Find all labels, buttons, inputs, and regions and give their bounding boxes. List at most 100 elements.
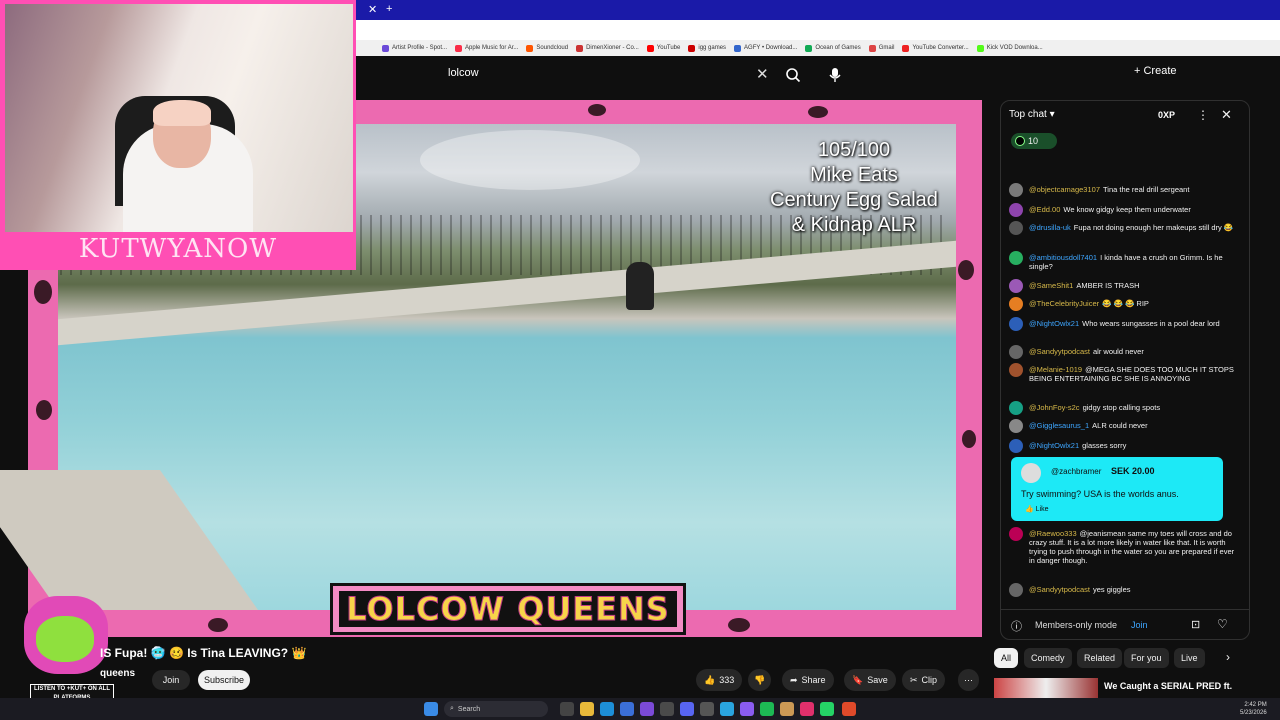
chat-username[interactable]: @Gigglesaurus_1 — [1029, 421, 1089, 430]
bookmark-item[interactable]: igg games — [688, 44, 726, 52]
bookmark-item[interactable]: Gmail — [868, 44, 894, 52]
chat-username[interactable]: @Sandyytpodcast — [1029, 347, 1090, 356]
subscribe-button[interactable]: Subscribe — [198, 670, 250, 690]
close-tab-icon[interactable]: ✕ — [368, 3, 377, 16]
chat-message[interactable]: @drusilla-uk Fupa not doing enough her ma… — [1009, 221, 1235, 235]
recommendation-thumbnail[interactable] — [994, 678, 1098, 700]
chat-username[interactable]: @Raewoo333 — [1029, 529, 1077, 538]
chat-username[interactable]: @NightOwlx21 — [1029, 441, 1079, 450]
share-button[interactable]: ➦ Share — [782, 669, 834, 691]
instagram-icon[interactable] — [800, 702, 814, 716]
avatar — [1009, 183, 1023, 197]
video-overlay-text: 105/100 Mike Eats Century Egg Salad & Ki… — [756, 138, 952, 238]
heart-icon[interactable]: ♡ — [1217, 617, 1228, 631]
channel-name[interactable]: queens — [100, 668, 135, 679]
chat-message[interactable]: @NightOwlx21 Who wears sungasses in a poo… — [1009, 317, 1235, 331]
bookmark-item[interactable]: AGFY • Download... — [734, 44, 797, 52]
chat-username[interactable]: @Sandyytpodcast — [1029, 585, 1090, 594]
new-tab-icon[interactable]: + — [386, 3, 392, 15]
like-button[interactable]: 👍 333 — [696, 669, 743, 691]
clear-search-icon[interactable]: ✕ — [756, 65, 769, 83]
app-icon[interactable] — [640, 702, 654, 716]
search-query[interactable]: lolcow — [448, 67, 479, 79]
app-icon[interactable] — [740, 702, 754, 716]
voice-search-button[interactable] — [822, 62, 848, 88]
bookmark-item[interactable]: YouTube Converter... — [902, 44, 969, 52]
overlay-line: 105/100 — [817, 139, 891, 161]
app-icon[interactable] — [560, 702, 574, 716]
chat-join-button[interactable]: Join — [1131, 620, 1148, 630]
chip-live[interactable]: Live — [1174, 648, 1205, 668]
chat-message[interactable]: @ambitiousdoll7401 I kinda have a crush o… — [1009, 251, 1235, 271]
whatsapp-icon[interactable] — [820, 702, 834, 716]
bookmark-item[interactable]: Apple Music for Ar... — [455, 44, 518, 52]
chip-for-you[interactable]: For you — [1124, 648, 1169, 668]
super-chat[interactable]: @zachbramer SEK 20.00 Try swimming? USA … — [1011, 457, 1223, 521]
chat-username[interactable]: @ambitiousdoll7401 — [1029, 253, 1097, 262]
spotify-icon[interactable] — [760, 702, 774, 716]
clock[interactable]: 2:42 PM 5/23/2026 — [1240, 701, 1267, 717]
chat-username[interactable]: @JohnFoy-s2c — [1029, 403, 1080, 412]
chat-message[interactable]: @Sandyytpodcast yes giggles — [1009, 583, 1235, 597]
taskbar-search[interactable]: ⌕ Search — [444, 701, 548, 717]
search-input[interactable]: lolcow ✕ — [440, 62, 776, 88]
chat-message[interactable]: @SameShit1 AMBER IS TRASH — [1009, 279, 1235, 293]
chat-mode-dropdown[interactable]: Top chat ▾ — [1009, 109, 1055, 120]
more-icon: ⋯ — [964, 674, 973, 685]
chat-message[interactable]: @JohnFoy-s2c gidgy stop calling spots — [1009, 401, 1235, 415]
chat-message[interactable]: @Sandyytpodcast alr would never — [1009, 345, 1235, 359]
bookmark-item[interactable]: Artist Profile - Spot... — [382, 44, 447, 52]
folder-icon[interactable] — [580, 702, 594, 716]
chat-more-icon[interactable]: ⋮ — [1197, 108, 1209, 122]
chat-message[interactable]: @TheCelebrityJuicer 😂 😂 😂 RIP — [1009, 297, 1235, 311]
app-icon[interactable] — [842, 702, 856, 716]
chat-counter-pill[interactable]: 10 — [1011, 133, 1057, 149]
chat-message[interactable]: @objectcamage3107 Tina the real drill ser… — [1009, 183, 1235, 197]
chat-message[interactable]: @Gigglesaurus_1 ALR could never — [1009, 419, 1235, 433]
chat-username[interactable]: @Melanie-1019 — [1029, 365, 1082, 374]
bookmark-item[interactable]: Ocean of Games — [805, 44, 861, 52]
chat-message[interactable]: @Melanie-1019 @MEGA SHE DOES TOO MUCH IT … — [1009, 363, 1235, 383]
create-button[interactable]: + Create — [1134, 65, 1177, 77]
super-chat-like-button[interactable]: 👍 Like — [1025, 505, 1049, 513]
chat-username[interactable]: @NightOwlx21 — [1029, 319, 1079, 328]
chip-all[interactable]: All — [994, 648, 1019, 668]
app-icon[interactable] — [700, 702, 714, 716]
edge-icon[interactable] — [600, 702, 614, 716]
chat-username[interactable]: @Edd.00 — [1029, 205, 1060, 214]
chat-username[interactable]: @TheCelebrityJuicer — [1029, 299, 1099, 308]
app-icon[interactable] — [620, 702, 634, 716]
clip-button[interactable]: ✂ Clip — [902, 669, 946, 691]
search-button[interactable] — [780, 62, 806, 88]
thumbs-up-icon: 👍 — [704, 674, 716, 685]
telegram-icon[interactable] — [720, 702, 734, 716]
chat-username[interactable]: @SameShit1 — [1029, 281, 1073, 290]
chat-message[interactable]: @Edd.00 We know gidgy keep them underwate… — [1009, 203, 1235, 217]
bookmark-label: YouTube — [656, 45, 681, 51]
chat-username[interactable]: @drusilla-uk — [1029, 223, 1071, 232]
bookmark-item[interactable]: Kick VOD Downloa... — [976, 44, 1043, 52]
app-icon[interactable] — [780, 702, 794, 716]
chat-message[interactable]: @NightOwlx21 glasses sorry — [1009, 439, 1235, 453]
chip-related[interactable]: Related — [1077, 648, 1123, 668]
chat-username[interactable]: @objectcamage3107 — [1029, 185, 1100, 194]
discord-icon[interactable] — [680, 702, 694, 716]
dislike-button[interactable]: 👎 — [748, 669, 772, 691]
chat-text: Who wears sungasses in a pool dear lord — [1082, 319, 1220, 328]
save-button[interactable]: 🔖 Save — [844, 669, 896, 691]
chip-comedy[interactable]: Comedy — [1024, 648, 1072, 668]
gift-icon[interactable]: ⊡ — [1191, 618, 1200, 631]
chat-message[interactable]: @Raewoo333 @jeanismean same my toes will … — [1009, 527, 1235, 565]
avatar — [1009, 363, 1023, 377]
app-icon[interactable] — [660, 702, 674, 716]
bookmark-item[interactable]: YouTube — [646, 44, 681, 52]
address-bar[interactable] — [356, 20, 1280, 40]
close-chat-icon[interactable]: ✕ — [1221, 107, 1232, 123]
bookmark-item[interactable]: Soundcloud — [526, 44, 568, 52]
join-button[interactable]: Join — [152, 670, 190, 690]
chevron-right-icon[interactable]: › — [1226, 650, 1230, 664]
start-icon[interactable] — [424, 702, 438, 716]
bookmark-item[interactable]: DimenXioner - Co... — [576, 44, 639, 52]
more-actions-button[interactable]: ⋯ — [958, 669, 979, 691]
recommendation-title[interactable]: We Caught a SERIAL PRED ft. — [1104, 681, 1232, 691]
